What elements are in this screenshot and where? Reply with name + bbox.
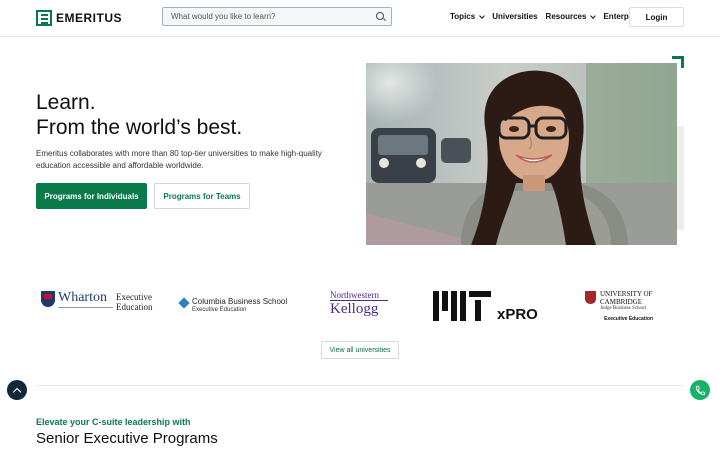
call-button[interactable] <box>690 380 710 400</box>
columbia-sub: Executive Education <box>192 307 247 313</box>
nav-resources[interactable]: Resources <box>545 12 597 21</box>
site-header: EMERITUS Topics Universities Resources E… <box>0 0 720 37</box>
wharton-logo[interactable]: Wharton Executive Education <box>41 290 161 318</box>
cambridge-name-line-2: CAMBRIDGE <box>600 298 643 306</box>
login-button[interactable]: Login <box>629 7 684 27</box>
phone-icon <box>695 385 705 395</box>
section-divider <box>36 385 684 386</box>
hero-image <box>366 63 677 245</box>
mit-logo-icon <box>433 291 491 321</box>
cambridge-name: UNIVERSITY OF CAMBRIDGE <box>600 290 652 306</box>
columbia-logo[interactable]: Columbia Business School Executive Educa… <box>178 297 290 317</box>
hero-title: Learn. From the world’s best. <box>36 90 242 140</box>
chevron-down-icon <box>590 12 597 19</box>
kellogg-name: Kellogg <box>330 300 388 317</box>
wharton-divider <box>58 307 113 312</box>
emeritus-logo-icon <box>36 10 52 26</box>
nav-universities[interactable]: Universities <box>492 12 537 21</box>
hero-corner-accent <box>672 56 684 68</box>
main-nav: Topics Universities Resources Enterprise <box>450 12 653 21</box>
hero-image-shadow <box>677 126 684 230</box>
programs-for-individuals-button[interactable]: Programs for Individuals <box>36 183 147 209</box>
columbia-name: Columbia Business School <box>192 297 288 306</box>
section-eyebrow: Elevate your C-suite leadership with <box>36 417 191 427</box>
mit-xpro-name: xPRO <box>497 306 538 323</box>
scroll-to-top-button[interactable] <box>7 380 27 400</box>
chevron-up-icon <box>12 387 22 396</box>
emeritus-logo[interactable]: EMERITUS <box>36 8 122 28</box>
kellogg-logo[interactable]: Northwestern Kellogg <box>330 290 400 324</box>
kellogg-top: Northwestern <box>330 290 379 300</box>
cambridge-logo[interactable]: UNIVERSITY OF CAMBRIDGE Judge Business S… <box>585 290 655 324</box>
cambridge-name-line-1: UNIVERSITY OF <box>600 290 653 298</box>
view-all-universities-button[interactable]: View all universities <box>321 341 399 359</box>
section-title: Senior Executive Programs <box>36 430 218 447</box>
search-bar[interactable] <box>162 7 392 26</box>
brand-name: EMERITUS <box>56 11 123 25</box>
search-input[interactable] <box>163 11 373 22</box>
nav-topics-label: Topics <box>450 12 476 21</box>
hero-title-line-2: From the world’s best. <box>36 116 243 139</box>
hero-description: Emeritus collaborates with more than 80 … <box>36 149 322 170</box>
search-icon[interactable] <box>376 12 384 20</box>
hero-title-line-1: Learn. <box>36 91 96 114</box>
cambridge-exec: Executive Education <box>604 316 653 322</box>
penn-shield-icon <box>41 291 55 307</box>
chevron-down-icon <box>479 12 486 19</box>
cambridge-jbs: Judge Business School <box>600 306 646 311</box>
wharton-name: Wharton <box>58 290 107 305</box>
mit-xpro-logo[interactable]: xPRO <box>433 291 548 323</box>
hero-photo-illustration <box>366 63 677 245</box>
nav-resources-label: Resources <box>545 12 587 21</box>
programs-for-teams-button[interactable]: Programs for Teams <box>154 183 250 209</box>
wharton-sub: Executive Education <box>116 292 153 312</box>
columbia-crown-icon <box>178 297 190 309</box>
nav-topics[interactable]: Topics <box>450 12 486 21</box>
nav-universities-label: Universities <box>492 12 538 21</box>
cambridge-shield-icon <box>585 291 596 304</box>
